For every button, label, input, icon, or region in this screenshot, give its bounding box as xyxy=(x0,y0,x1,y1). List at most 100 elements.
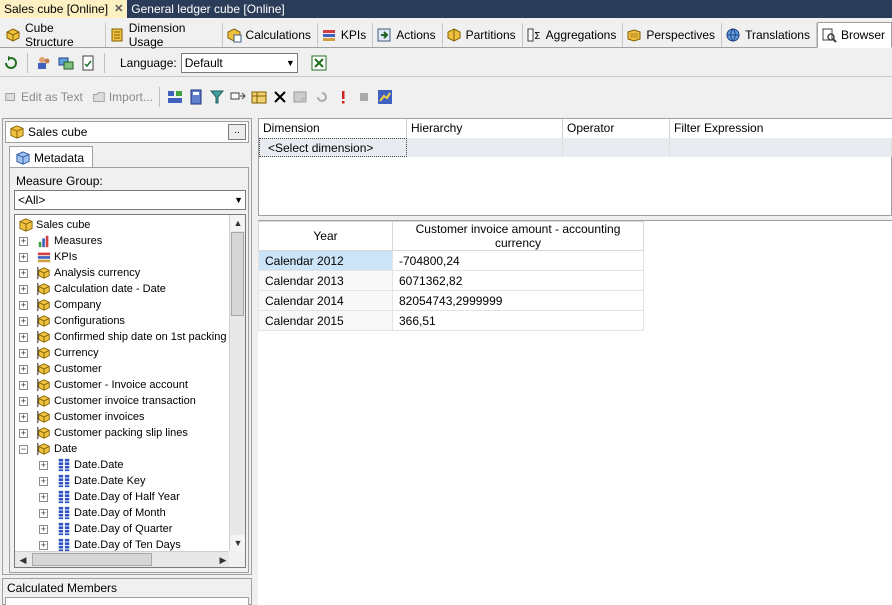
results-grid[interactable]: Year Customer invoice amount - accountin… xyxy=(258,220,892,605)
add-to-query-button[interactable] xyxy=(250,88,268,106)
group-button[interactable] xyxy=(229,88,247,106)
tree-item[interactable]: + Company xyxy=(19,297,101,313)
invoice-amount-cell[interactable]: -704800,24 xyxy=(392,250,644,271)
column-header-dimension[interactable]: Dimension xyxy=(259,119,407,138)
tree-item[interactable]: + Confirmed ship date on 1st packing xyxy=(19,329,226,345)
row-header-year[interactable]: Calendar 2015 xyxy=(258,310,393,331)
expand-icon[interactable]: + xyxy=(19,284,28,294)
tab-actions[interactable]: Actions xyxy=(373,23,443,47)
import-button[interactable]: Import... xyxy=(92,90,153,104)
tree-item[interactable]: + Date.Day of Month xyxy=(39,505,166,521)
row-header-year[interactable]: Calendar 2014 xyxy=(258,290,393,311)
tree-item[interactable]: + Customer invoices xyxy=(19,409,144,425)
close-icon[interactable]: ✕ xyxy=(114,1,123,18)
execute-button[interactable] xyxy=(334,88,352,106)
expand-icon[interactable]: + xyxy=(39,460,48,470)
column-header-filter-expression[interactable]: Filter Expression xyxy=(670,119,892,138)
row-header-year[interactable]: Calendar 2012 xyxy=(258,250,393,271)
cube-selector[interactable]: Sales cube .. xyxy=(5,121,249,143)
browse-cube-button[interactable]: .. xyxy=(228,124,246,140)
expand-icon[interactable]: + xyxy=(19,348,28,358)
filter-expression-cell[interactable] xyxy=(670,138,892,157)
auto-execute-button[interactable] xyxy=(79,54,97,72)
tree-item[interactable]: + Configurations xyxy=(19,313,125,329)
collapse-icon[interactable]: − xyxy=(19,444,28,454)
tab-partitions[interactable]: Partitions xyxy=(443,23,523,47)
tree-item[interactable]: + Calculation date - Date xyxy=(19,281,166,297)
measure-group-dropdown[interactable]: <All> ▼ xyxy=(14,190,246,210)
invoice-amount-cell[interactable]: 82054743,2999999 xyxy=(392,290,644,311)
expand-icon[interactable]: + xyxy=(19,396,28,406)
expand-icon[interactable]: + xyxy=(19,412,28,422)
tree-item[interactable]: + KPIs xyxy=(19,249,77,265)
invoice-amount-cell[interactable]: 6071362,82 xyxy=(392,270,644,291)
expand-icon[interactable]: + xyxy=(19,316,28,326)
expand-icon[interactable]: + xyxy=(19,252,28,262)
scroll-down-icon[interactable]: ▼ xyxy=(230,535,245,551)
show-empty-cells-button[interactable] xyxy=(292,88,310,106)
expand-icon[interactable]: + xyxy=(19,380,28,390)
calculated-members-list[interactable] xyxy=(5,597,249,605)
column-header-operator[interactable]: Operator xyxy=(563,119,670,138)
tree-item[interactable]: + Customer invoice transaction xyxy=(19,393,196,409)
column-header-year[interactable]: Year xyxy=(258,221,393,251)
tree-item[interactable]: + Date.Date Key xyxy=(39,473,146,489)
expand-icon[interactable]: + xyxy=(39,492,48,502)
edit-as-text-button[interactable]: Edit as Text xyxy=(4,90,83,104)
column-header-invoice-amount[interactable]: Customer invoice amount - accounting cur… xyxy=(392,221,644,251)
debug-button[interactable] xyxy=(376,88,394,106)
expand-icon[interactable]: + xyxy=(39,540,48,550)
hierarchy-cell[interactable] xyxy=(407,138,563,157)
tree-item[interactable]: − Date xyxy=(19,441,77,457)
tree-item[interactable]: + Date.Date xyxy=(39,457,124,473)
tab-metadata[interactable]: Metadata xyxy=(9,146,93,168)
tree-item[interactable]: + Analysis currency xyxy=(19,265,140,281)
doc-tab-sales-cube[interactable]: Sales cube [Online] ✕ xyxy=(0,0,128,18)
row-header-year[interactable]: Calendar 2013 xyxy=(258,270,393,291)
doc-tab-general-ledger[interactable]: General ledger cube [Online] xyxy=(127,0,288,18)
tree-item[interactable]: + Customer - Invoice account xyxy=(19,377,188,393)
tree-item[interactable]: + Measures xyxy=(19,233,102,249)
expand-icon[interactable]: + xyxy=(39,524,48,534)
expand-icon[interactable]: + xyxy=(19,300,28,310)
reconnect-button[interactable] xyxy=(57,54,75,72)
change-user-button[interactable] xyxy=(35,54,53,72)
tree-item[interactable]: + Customer xyxy=(19,361,102,377)
tab-cube-structure[interactable]: Cube Structure xyxy=(2,21,106,49)
tree-item[interactable]: Sales cube xyxy=(19,217,90,233)
design-mode-button[interactable] xyxy=(166,88,184,106)
tab-kpis[interactable]: KPIs xyxy=(318,23,374,47)
expand-icon[interactable]: + xyxy=(19,236,28,246)
tab-translations[interactable]: Translations xyxy=(722,23,817,47)
tree-item[interactable]: + Customer packing slip lines xyxy=(19,425,188,441)
expand-icon[interactable]: + xyxy=(19,428,28,438)
tab-dimension-usage[interactable]: Dimension Usage xyxy=(106,21,223,49)
expand-icon[interactable]: + xyxy=(39,476,48,486)
tree-item[interactable]: + Date.Day of Quarter xyxy=(39,521,172,537)
filter-grid[interactable]: Dimension Hierarchy Operator Filter Expr… xyxy=(258,118,892,216)
tree-item[interactable]: + Date.Day of Half Year xyxy=(39,489,180,505)
column-header-hierarchy[interactable]: Hierarchy xyxy=(407,119,563,138)
process-button[interactable] xyxy=(2,54,20,72)
delete-button[interactable] xyxy=(271,88,289,106)
select-dimension-cell[interactable]: <Select dimension> xyxy=(259,138,407,157)
filter-button[interactable] xyxy=(208,88,226,106)
tab-perspectives[interactable]: Perspectives xyxy=(623,23,723,47)
calculation-button[interactable] xyxy=(187,88,205,106)
expand-icon[interactable]: + xyxy=(19,332,28,342)
expand-icon[interactable]: + xyxy=(19,268,28,278)
metadata-tree[interactable]: + Date.Day of Ten Days + Date.Day of Quarte… xyxy=(14,214,246,568)
scroll-thumb[interactable] xyxy=(32,553,152,566)
scroll-up-icon[interactable]: ▲ xyxy=(230,215,245,231)
tab-browser[interactable]: Browser xyxy=(816,22,892,48)
refresh-data-button[interactable] xyxy=(313,88,331,106)
analyze-in-excel-button[interactable] xyxy=(310,54,328,72)
scroll-left-icon[interactable]: ◀ xyxy=(15,552,31,567)
invoice-amount-cell[interactable]: 366,51 xyxy=(392,310,644,331)
tree-item[interactable]: + Currency xyxy=(19,345,99,361)
vertical-scrollbar[interactable]: ▲ ▼ xyxy=(229,215,245,551)
tab-calculations[interactable]: Calculations xyxy=(223,23,318,47)
operator-cell[interactable] xyxy=(563,138,670,157)
expand-icon[interactable]: + xyxy=(19,364,28,374)
horizontal-scrollbar[interactable]: ◀ ▶ xyxy=(15,551,231,567)
